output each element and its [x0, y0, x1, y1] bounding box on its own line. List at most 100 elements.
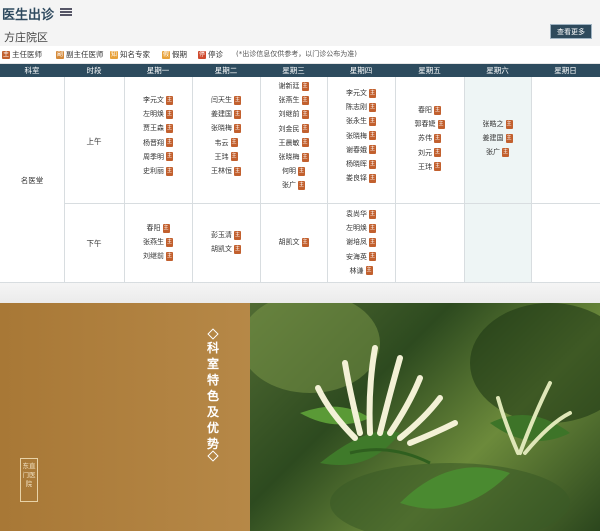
- chief-physician-icon: 主: [434, 133, 441, 143]
- doctor-entry[interactable]: 张广主: [282, 178, 305, 192]
- doctor-name: 李元文: [143, 96, 164, 104]
- chief-physician-icon: 主: [434, 162, 441, 172]
- doctor-entry[interactable]: 张燕生主: [279, 93, 309, 107]
- chief-physician-icon: 主: [166, 95, 173, 105]
- period-morning: 上午: [86, 137, 102, 146]
- doctor-entry[interactable]: 张晓梅主: [211, 121, 241, 135]
- menu-icon[interactable]: [60, 8, 72, 16]
- doctor-name: 谢春娥: [346, 145, 367, 154]
- holiday-icon: 假: [162, 50, 170, 59]
- doctor-entry[interactable]: 李元文主: [143, 93, 173, 107]
- chief-physician-icon: 主: [369, 159, 376, 169]
- doctor-entry[interactable]: 王晨敏主: [279, 136, 309, 150]
- doctor-name: 春阳: [418, 106, 432, 114]
- doctor-name: 王玮: [214, 152, 229, 161]
- doctor-entry[interactable]: 闫天生主: [211, 93, 241, 107]
- header-sun: 星期日: [554, 66, 577, 75]
- doctor-entry[interactable]: 谢春娥主: [346, 143, 376, 157]
- doctor-entry[interactable]: 胡凯文主: [211, 242, 241, 256]
- chief-physician-icon: 主: [301, 109, 309, 119]
- header-wed: 星期三: [282, 66, 305, 75]
- chief-physician-icon: 主: [369, 252, 376, 262]
- doctor-entry[interactable]: 春阳主: [147, 221, 170, 235]
- chief-physician-icon: 主: [166, 123, 173, 133]
- section-divider: [0, 283, 600, 303]
- chief-physician-icon: 主: [301, 124, 309, 134]
- doctor-entry[interactable]: 贾王森主: [143, 121, 173, 135]
- chief-physician-icon: 主: [301, 95, 309, 105]
- doctor-entry[interactable]: 周季明主: [143, 150, 173, 164]
- doctor-entry[interactable]: 王玮主: [418, 160, 441, 174]
- honeysuckle-photo: [250, 303, 600, 531]
- doctor-entry[interactable]: 胡凯文主: [279, 235, 309, 249]
- doctor-entry[interactable]: 刘继前主: [279, 107, 309, 121]
- doctor-name: 杨晓晖: [346, 159, 367, 168]
- chief-physician-icon: 主: [2, 50, 10, 59]
- doctor-entry[interactable]: 刘继前主: [143, 249, 173, 263]
- doctor-name: 张晓梅: [278, 152, 300, 161]
- more-button[interactable]: 查看更多: [550, 24, 592, 39]
- doctor-entry[interactable]: 春阳主: [418, 103, 441, 117]
- chief-physician-icon: 主: [369, 223, 376, 233]
- doctor-name: 姜建国: [482, 134, 504, 143]
- chief-physician-icon: 主: [234, 123, 241, 133]
- legend-item-expert: 知 知名专家: [110, 50, 150, 59]
- doctor-entry[interactable]: 谢培凤主: [346, 235, 376, 249]
- header-fri: 星期五: [418, 66, 441, 75]
- table-header: 科室 时段 星期一 星期二 星期三 星期四 星期五 星期六 星期日: [0, 64, 600, 77]
- doctor-entry[interactable]: 张晓梅主: [279, 150, 309, 164]
- doctor-entry[interactable]: 姜建国主: [211, 107, 241, 121]
- doctor-entry[interactable]: 史利丽主: [143, 164, 173, 178]
- doctor-entry[interactable]: 何明主: [282, 164, 305, 178]
- doctor-entry[interactable]: 杨晋翔主: [143, 136, 173, 150]
- doctor-entry[interactable]: 杨晓晖主: [346, 157, 376, 171]
- doctor-entry[interactable]: 苏伟主: [418, 131, 441, 145]
- doctor-entry[interactable]: 刘元主: [418, 146, 441, 160]
- doctor-entry[interactable]: 谢新廷主: [279, 79, 309, 93]
- doctor-entry[interactable]: 张广主: [486, 145, 509, 159]
- doctor-entry[interactable]: 左明焕主: [143, 107, 173, 121]
- doctor-entry[interactable]: 张燕生主: [143, 235, 173, 249]
- feature-title: 科室特色及优势: [206, 341, 219, 451]
- afternoon-mon-list: 春阳主张燕生主刘继前主: [124, 221, 192, 264]
- chief-physician-icon: 主: [234, 166, 241, 176]
- doctor-name: 左明焕: [143, 110, 164, 119]
- doctor-name: 春阳: [146, 224, 161, 232]
- doctor-entry[interactable]: 张永生主: [346, 114, 376, 128]
- chief-physician-icon: 主: [437, 119, 445, 129]
- doctor-entry[interactable]: 郭春婕主: [415, 117, 445, 131]
- doctor-entry[interactable]: 张晓梅主: [346, 129, 376, 143]
- doctor-entry[interactable]: 李元文主: [346, 86, 376, 100]
- afternoon-thu-list: 袁尚华主左明焕主谢培凤主安海英主林谦主: [327, 207, 395, 278]
- doctor-entry[interactable]: 袁尚华主: [346, 207, 376, 221]
- doctor-entry[interactable]: 王林恒主: [211, 164, 241, 178]
- doctor-entry[interactable]: 姜建国主: [483, 131, 513, 145]
- doctor-name: 李元文: [346, 89, 367, 97]
- hospital-seal: 东直门医院: [20, 458, 38, 502]
- doctor-entry[interactable]: 刘金民主: [279, 122, 309, 136]
- doctor-name: 胡凯文: [278, 238, 300, 246]
- suspended-icon: 停: [198, 50, 206, 59]
- chief-physician-icon: 主: [166, 237, 173, 247]
- doctor-name: 郭春婕: [414, 120, 436, 129]
- doctor-entry[interactable]: 陈志刚主: [346, 100, 376, 114]
- chief-physician-icon: 主: [234, 230, 241, 240]
- doctor-entry[interactable]: 娄良铎主: [346, 171, 376, 185]
- doctor-entry[interactable]: 安海英主: [346, 250, 376, 264]
- doctor-name: 林谦: [349, 266, 364, 275]
- chief-physician-icon: 主: [230, 138, 238, 148]
- doctor-entry[interactable]: 彭玉清主: [211, 228, 241, 242]
- doctor-entry[interactable]: 张皓之主: [483, 117, 513, 131]
- doctor-entry[interactable]: 左明焕主: [346, 221, 376, 235]
- chief-physician-icon: 主: [369, 237, 376, 247]
- doctor-name: 张晓梅: [346, 131, 367, 140]
- header-sat: 星期六: [486, 66, 509, 75]
- chief-physician-icon: 主: [434, 105, 441, 115]
- doctor-name: 谢培凤: [346, 238, 367, 247]
- doctor-entry[interactable]: 林谦主: [350, 264, 373, 278]
- doctor-entry[interactable]: 韦云主: [215, 136, 238, 150]
- chief-physician-icon: 主: [234, 244, 241, 254]
- doctor-entry[interactable]: 王玮主: [215, 150, 238, 164]
- chief-physician-icon: 主: [234, 95, 241, 105]
- doctor-name: 张永生: [346, 117, 367, 126]
